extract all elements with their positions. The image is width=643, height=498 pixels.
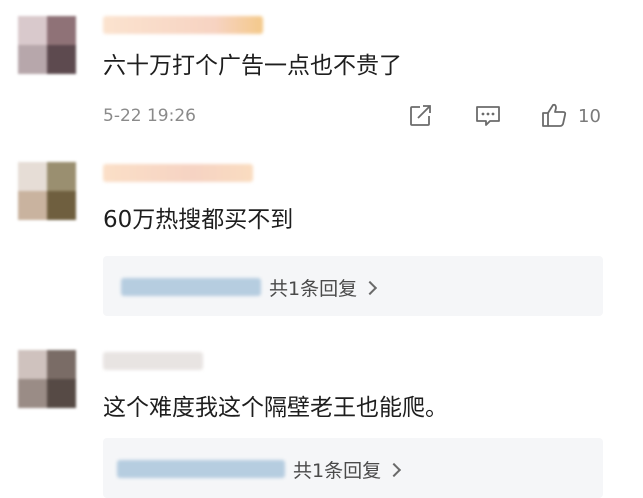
comment-icon[interactable] xyxy=(474,104,502,128)
chevron-right-icon xyxy=(387,462,402,478)
view-replies-link[interactable]: 共1条回复 xyxy=(269,274,378,301)
avatar[interactable] xyxy=(18,350,76,408)
reply-preview-redacted xyxy=(121,278,261,296)
reply-summary-box[interactable]: 共1条回复 xyxy=(103,256,603,316)
comment-item: 这个难度我这个隔壁老王也能爬。 共1条回复 xyxy=(0,340,643,498)
comment-text: 这个难度我这个隔壁老王也能爬。 xyxy=(103,395,448,421)
reply-summary-box[interactable]: 共1条回复 xyxy=(103,438,603,498)
username-redacted[interactable] xyxy=(103,16,263,34)
chevron-right-icon xyxy=(363,280,378,296)
avatar[interactable] xyxy=(18,162,76,220)
reply-preview-redacted xyxy=(117,460,285,478)
like-count: 10 xyxy=(578,106,601,127)
username-redacted[interactable] xyxy=(103,352,203,370)
comment-item: 60万热搜都买不到 共1条回复 xyxy=(0,150,643,330)
comment-timestamp: 5-22 19:26 xyxy=(103,106,196,126)
username-redacted[interactable] xyxy=(103,164,253,182)
comment-text: 六十万打个广告一点也不贵了 xyxy=(103,53,402,79)
reply-count-label: 共1条回复 xyxy=(269,278,358,300)
avatar[interactable] xyxy=(18,16,76,74)
share-icon[interactable] xyxy=(408,104,434,128)
comment-text: 60万热搜都买不到 xyxy=(103,207,294,233)
comment-item: 六十万打个广告一点也不贵了 5-22 19:26 10 xyxy=(0,0,643,150)
view-replies-link[interactable]: 共1条回复 xyxy=(293,456,402,483)
reply-count-label: 共1条回复 xyxy=(293,460,382,482)
like-icon[interactable] xyxy=(540,102,568,128)
